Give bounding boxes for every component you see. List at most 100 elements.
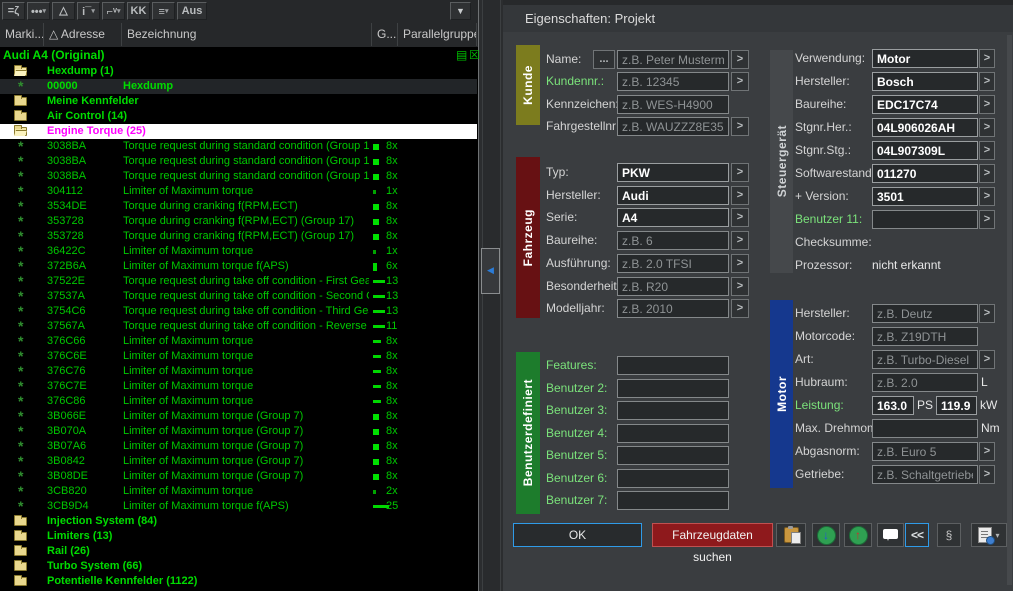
expand-arrow-button[interactable]: >: [731, 231, 749, 250]
more-button[interactable]: ...: [593, 50, 615, 69]
field-input-abgasnorm[interactable]: [872, 442, 978, 461]
field-input-benutzer7[interactable]: [617, 491, 729, 510]
tree-folder-row[interactable]: Hexdump (1): [0, 64, 477, 79]
field-input-benutzer6[interactable]: [617, 469, 729, 488]
tree-folder-row[interactable]: Rail (26): [0, 544, 477, 559]
column-header-parallelgruppe[interactable]: Parallelgruppe: [398, 23, 477, 46]
tree-folder-row[interactable]: Turbo System (66): [0, 559, 477, 574]
flag-icon[interactable]: ⌐ᵛ▾: [102, 2, 125, 20]
field-input-hersteller[interactable]: [872, 304, 978, 323]
expand-arrow-button[interactable]: >: [731, 50, 749, 69]
field-input-verwendung[interactable]: [872, 49, 978, 68]
expand-arrow-button[interactable]: >: [979, 210, 995, 229]
compare-icon[interactable]: =ζ: [2, 2, 25, 20]
tree-map-row[interactable]: *37567ATorque request during take off co…: [0, 319, 477, 334]
field-input-kundennr[interactable]: [617, 72, 729, 91]
expand-arrow-button[interactable]: >: [979, 164, 995, 183]
expand-arrow-button[interactable]: >: [731, 277, 749, 296]
tree-map-row[interactable]: *3038BATorque request during standard co…: [0, 169, 477, 184]
field-input-benutzer11[interactable]: [872, 210, 978, 229]
field-input-stgnrher[interactable]: [872, 118, 978, 137]
leistung-ps-input[interactable]: [872, 396, 914, 415]
leistung-kw-input[interactable]: [936, 396, 977, 415]
field-input-baureihe[interactable]: [872, 95, 978, 114]
comment-button[interactable]: [877, 523, 904, 547]
tree-map-row[interactable]: *376C7ELimiter of Maximum torque8x: [0, 379, 477, 394]
tree-map-row[interactable]: *304112Limiter of Maximum torque1x: [0, 184, 477, 199]
field-input-benutzer3[interactable]: [617, 401, 729, 420]
field-input-hersteller[interactable]: [617, 186, 729, 205]
tree-map-row[interactable]: *376C86Limiter of Maximum torque8x: [0, 394, 477, 409]
field-input-typ[interactable]: [617, 163, 729, 182]
kk-icon[interactable]: KK: [127, 2, 150, 20]
fahrzeugdaten-suchen-button[interactable]: Fahrzeugdaten suchen: [652, 523, 773, 547]
field-input-version[interactable]: [872, 187, 978, 206]
tree-folder-row[interactable]: Potentielle Kennfelder (1122): [0, 574, 477, 589]
delta-icon[interactable]: △: [52, 2, 75, 20]
tree-map-row[interactable]: *353728Torque during cranking f(RPM,ECT)…: [0, 214, 477, 229]
field-input-stgnrstg[interactable]: [872, 141, 978, 160]
tree-folder-row[interactable]: Engine Torque (25): [0, 124, 477, 139]
notes-button[interactable]: ▾: [971, 523, 1007, 547]
field-input-maxdrehmom[interactable]: [872, 419, 978, 438]
expand-arrow-button[interactable]: >: [731, 299, 749, 318]
tree-map-row[interactable]: *3CB820Limiter of Maximum torque2x: [0, 484, 477, 499]
tree-map-row[interactable]: *00000Hexdump: [0, 79, 477, 94]
column-header-marki[interactable]: Marki...: [0, 23, 44, 46]
axis-info-icon[interactable]: i¯▾: [77, 2, 100, 20]
field-input-fahrgestellnr[interactable]: [617, 117, 729, 136]
tree-map-row[interactable]: *3B0842Limiter of Maximum torque (Group …: [0, 454, 477, 469]
expand-arrow-button[interactable]: >: [979, 118, 995, 137]
column-header-bezeichnung[interactable]: Bezeichnung: [122, 23, 372, 46]
field-input-benutzer2[interactable]: [617, 379, 729, 398]
expand-arrow-button[interactable]: >: [979, 95, 995, 114]
tree-map-row[interactable]: *372B6ALimiter of Maximum torque f(APS)6…: [0, 259, 477, 274]
tree-folder-row[interactable]: Air Control (14): [0, 109, 477, 124]
expand-arrow-button[interactable]: >: [979, 141, 995, 160]
ok-button[interactable]: OK: [513, 523, 642, 547]
expand-arrow-button[interactable]: >: [731, 254, 749, 273]
field-input-modelljahr[interactable]: [617, 299, 729, 318]
field-input-softwarestand[interactable]: [872, 164, 978, 183]
tree-map-row[interactable]: *3B070ALimiter of Maximum torque (Group …: [0, 424, 477, 439]
tree-folder-row[interactable]: Meine Kennfelder: [0, 94, 477, 109]
tree-folder-row[interactable]: Limiters (13): [0, 529, 477, 544]
rows-icon[interactable]: ≡▾: [152, 2, 175, 20]
expand-arrow-button[interactable]: >: [731, 117, 749, 136]
aus-button[interactable]: Aus: [177, 2, 207, 20]
tree-map-row[interactable]: *3038BATorque request during standard co…: [0, 139, 477, 154]
field-input-besonderheit[interactable]: [617, 277, 729, 296]
tree-map-row[interactable]: *376C6ELimiter of Maximum torque8x: [0, 349, 477, 364]
expand-arrow-button[interactable]: >: [731, 186, 749, 205]
expand-arrow-button[interactable]: >: [979, 72, 995, 91]
scrollbar-track[interactable]: [482, 0, 501, 591]
field-input-art[interactable]: [872, 350, 978, 369]
columns-icon[interactable]: •••▾: [27, 2, 50, 20]
field-input-benutzer5[interactable]: [617, 446, 729, 465]
upload-vehicle-data-button[interactable]: ↑: [844, 523, 872, 547]
paste-vehicle-data-button[interactable]: [776, 523, 806, 547]
tree-map-row[interactable]: *36422CLimiter of Maximum torque1x: [0, 244, 477, 259]
field-input-benutzer4[interactable]: [617, 424, 729, 443]
field-input-serie[interactable]: [617, 208, 729, 227]
tree-map-row[interactable]: *3CB9D4Limiter of Maximum torque f(APS)2…: [0, 499, 477, 514]
tree-map-row[interactable]: *3754C6Torque request during take off co…: [0, 304, 477, 319]
splitter-handle[interactable]: ◀: [481, 248, 500, 294]
field-input-features[interactable]: [617, 356, 729, 375]
tree-map-row[interactable]: *37537ATorque request during take off co…: [0, 289, 477, 304]
maximize-icon[interactable]: ▤: [456, 48, 467, 62]
expand-arrow-button[interactable]: >: [979, 304, 995, 323]
field-input-getriebe[interactable]: [872, 465, 978, 484]
paragraph-button[interactable]: §: [937, 523, 961, 547]
tree-map-row[interactable]: *3B07A6Limiter of Maximum torque (Group …: [0, 439, 477, 454]
tree-map-row[interactable]: *3038BATorque request during standard co…: [0, 154, 477, 169]
expand-arrow-button[interactable]: >: [731, 163, 749, 182]
field-input-baureihe[interactable]: [617, 231, 729, 250]
tree-map-row[interactable]: *3534DETorque during cranking f(RPM,ECT)…: [0, 199, 477, 214]
expand-arrow-button[interactable]: >: [979, 350, 995, 369]
tree-map-row[interactable]: *376C76Limiter of Maximum torque8x: [0, 364, 477, 379]
field-input-motorcode[interactable]: [872, 327, 978, 346]
field-input-ausfhrung[interactable]: [617, 254, 729, 273]
field-input-name[interactable]: [617, 50, 729, 69]
download-vehicle-data-button[interactable]: ↓: [812, 523, 840, 547]
